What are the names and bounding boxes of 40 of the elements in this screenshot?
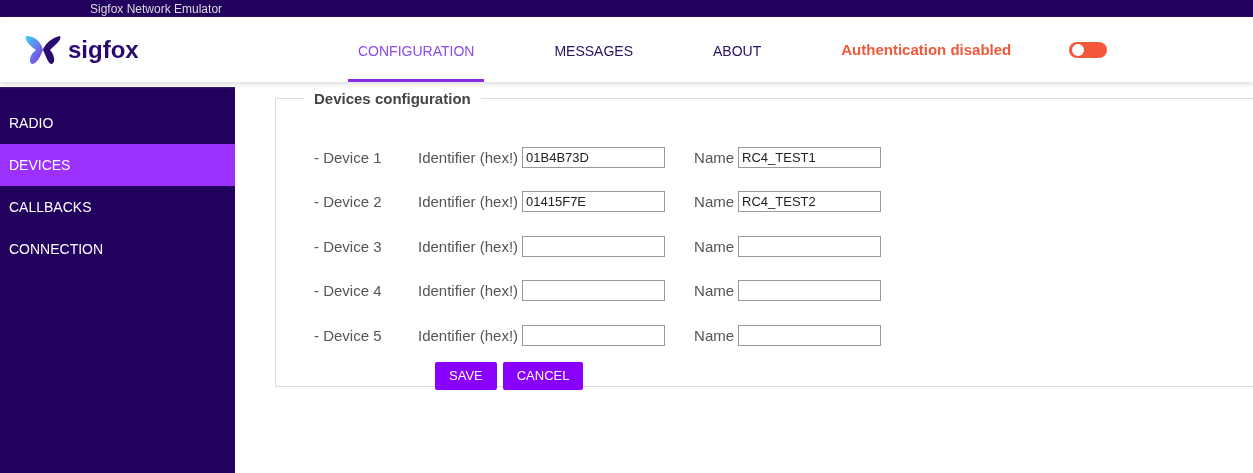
auth-toggle[interactable]: [1069, 41, 1108, 58]
field-label: Name: [694, 193, 735, 211]
device-label: - Device 2: [314, 193, 383, 211]
name-field[interactable]: RC4_TEST1: [738, 146, 882, 168]
device-label: - Device 4: [314, 282, 383, 300]
form-button[interactable]: CANCEL: [502, 361, 584, 390]
name-field[interactable]: [738, 280, 882, 302]
field-label: Name: [694, 148, 735, 166]
device-label: - Device 3: [314, 237, 383, 255]
field-label: Name: [694, 282, 735, 300]
field-label: Identifier (hex!): [418, 282, 519, 300]
field-label: Identifier (hex!): [418, 237, 519, 255]
nav-tab[interactable]: ABOUT: [703, 17, 772, 82]
name-field[interactable]: [738, 324, 882, 346]
logo-text: sigfox: [68, 35, 139, 64]
name-field[interactable]: [738, 235, 882, 257]
device-label: - Device 5: [314, 326, 383, 344]
identifier-field[interactable]: 01B4B73D: [522, 146, 666, 168]
sidebar-item[interactable]: CONNECTION: [0, 228, 235, 270]
identifier-field[interactable]: [522, 324, 666, 346]
device-label: - Device 1: [314, 148, 383, 166]
identifier-field[interactable]: [522, 235, 666, 257]
identifier-field[interactable]: [522, 280, 666, 302]
auth-status: Authentication disabled: [841, 41, 1012, 58]
sidebar-item[interactable]: DEVICES: [0, 144, 235, 186]
sidebar-item[interactable]: CALLBACKS: [0, 186, 235, 228]
field-label: Name: [694, 326, 735, 344]
butterfly-logo-icon: [24, 33, 62, 66]
form-button[interactable]: SAVE: [435, 361, 497, 390]
sidebar-item[interactable]: RADIO: [0, 102, 235, 144]
name-field[interactable]: RC4_TEST2: [738, 191, 882, 213]
field-label: Name: [694, 237, 735, 255]
field-label: Identifier (hex!): [418, 148, 519, 166]
identifier-field[interactable]: 01415F7E: [522, 191, 666, 213]
field-label: Identifier (hex!): [418, 326, 519, 344]
field-label: Identifier (hex!): [418, 193, 519, 211]
window-title: Sigfox Network Emulator: [90, 2, 223, 15]
nav-tab[interactable]: CONFIGURATION: [348, 17, 485, 82]
panel-title: Devices configuration: [313, 90, 472, 107]
nav-tab[interactable]: MESSAGES: [544, 17, 643, 82]
